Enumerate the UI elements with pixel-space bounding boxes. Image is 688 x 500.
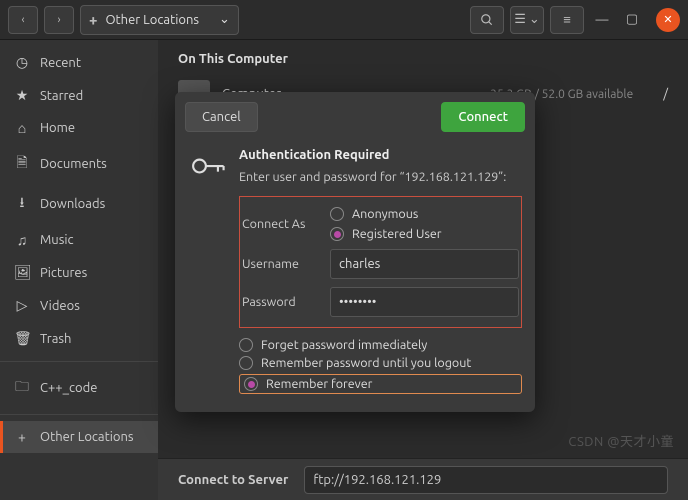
- sidebar-item-trash[interactable]: 🗑 Trash: [0, 322, 158, 355]
- nav-forward-button[interactable]: ›: [44, 6, 74, 34]
- registered-user-radio[interactable]: Registered User: [330, 227, 519, 241]
- path-bar[interactable]: + Other Locations ⌄: [80, 5, 239, 35]
- connect-label: Connect to Server: [178, 473, 288, 487]
- sidebar-item-label: Pictures: [40, 266, 87, 280]
- watermark: CSDN @天才小童: [568, 431, 674, 450]
- search-icon: [480, 13, 494, 27]
- sidebar-item-label: Other Locations: [40, 430, 134, 444]
- sidebar-item-label: Home: [40, 121, 75, 135]
- connect-button[interactable]: Connect: [441, 102, 525, 132]
- dialog-message: Enter user and password for “192.168.121…: [239, 170, 522, 184]
- sidebar-item-label: Documents: [40, 157, 107, 171]
- trash-icon: 🗑: [14, 330, 30, 347]
- hamburger-menu-button[interactable]: ≡: [550, 6, 584, 34]
- window-close-button[interactable]: ✕: [656, 8, 680, 32]
- forget-immediately-radio[interactable]: Forget password immediately: [239, 338, 522, 352]
- auth-dialog: Cancel Connect Authentication Required E…: [175, 92, 535, 412]
- connect-as-label: Connect As: [242, 217, 320, 231]
- clock-icon: ◷: [14, 54, 30, 71]
- folder-icon: 🗀: [14, 376, 30, 400]
- connect-footer: Connect to Server: [158, 458, 688, 500]
- password-input[interactable]: [330, 287, 519, 317]
- window-maximize-button[interactable]: ▢: [620, 8, 644, 32]
- server-address-input[interactable]: [304, 466, 668, 494]
- sidebar-item-label: Starred: [40, 89, 83, 103]
- image-icon: 🖼: [14, 264, 30, 281]
- credentials-highlight: Connect As Anonymous Registered User Use…: [239, 196, 522, 328]
- sidebar-item-other-locations[interactable]: + Other Locations: [0, 421, 158, 453]
- chevron-down-icon: ⌄: [219, 12, 230, 27]
- path-label: Other Locations: [105, 13, 199, 27]
- plus-icon: +: [14, 429, 30, 445]
- video-icon: ▷: [14, 297, 30, 314]
- document-icon: 🗎: [14, 152, 30, 176]
- sidebar-item-videos[interactable]: ▷ Videos: [0, 289, 158, 322]
- sidebar-item-home[interactable]: ⌂ Home: [0, 112, 158, 144]
- music-icon: ♫: [14, 232, 30, 248]
- forever-label: Remember forever: [266, 377, 372, 391]
- sidebar-item-label: Music: [40, 233, 74, 247]
- sidebar-item-music[interactable]: ♫ Music: [0, 224, 158, 256]
- password-label: Password: [242, 295, 320, 309]
- titlebar: ‹ › + Other Locations ⌄ ☰ ⌄ ≡ — ▢ ✕: [0, 0, 688, 40]
- search-button[interactable]: [470, 6, 504, 34]
- sidebar: ◷ Recent ★ Starred ⌂ Home 🗎 Documents ⭳ Downl…: [0, 40, 158, 500]
- view-list-button[interactable]: ☰ ⌄: [510, 6, 544, 34]
- section-heading: On This Computer: [178, 52, 668, 66]
- sidebar-item-recent[interactable]: ◷ Recent: [0, 46, 158, 79]
- sidebar-item-cpp-code[interactable]: 🗀 C++_code: [0, 368, 158, 408]
- sidebar-item-label: Recent: [40, 56, 81, 70]
- registered-label: Registered User: [352, 227, 442, 241]
- nav-back-button[interactable]: ‹: [8, 6, 38, 34]
- sidebar-item-downloads[interactable]: ⭳ Downloads: [0, 184, 158, 224]
- window-minimize-button[interactable]: —: [590, 8, 614, 32]
- anonymous-label: Anonymous: [352, 207, 418, 221]
- sidebar-item-label: C++_code: [40, 381, 97, 395]
- sidebar-item-pictures[interactable]: 🖼 Pictures: [0, 256, 158, 289]
- download-icon: ⭳: [14, 192, 30, 216]
- sidebar-item-documents[interactable]: 🗎 Documents: [0, 144, 158, 184]
- computer-mount: /: [663, 87, 668, 101]
- sidebar-item-label: Downloads: [40, 197, 105, 211]
- anonymous-radio[interactable]: Anonymous: [330, 207, 519, 221]
- cancel-button[interactable]: Cancel: [185, 102, 258, 132]
- until-logout-label: Remember password until you logout: [261, 356, 471, 370]
- forget-label: Forget password immediately: [261, 338, 427, 352]
- star-icon: ★: [14, 87, 30, 104]
- plus-icon: +: [89, 11, 97, 28]
- sidebar-item-starred[interactable]: ★ Starred: [0, 79, 158, 112]
- dialog-title: Authentication Required: [239, 148, 522, 162]
- home-icon: ⌂: [14, 120, 30, 136]
- sidebar-item-label: Trash: [40, 332, 71, 346]
- remember-until-logout-radio[interactable]: Remember password until you logout: [239, 356, 522, 370]
- remember-forever-radio[interactable]: Remember forever: [239, 374, 522, 394]
- username-input[interactable]: [330, 249, 519, 279]
- key-icon: [191, 148, 225, 184]
- username-label: Username: [242, 257, 320, 271]
- sidebar-item-label: Videos: [40, 299, 80, 313]
